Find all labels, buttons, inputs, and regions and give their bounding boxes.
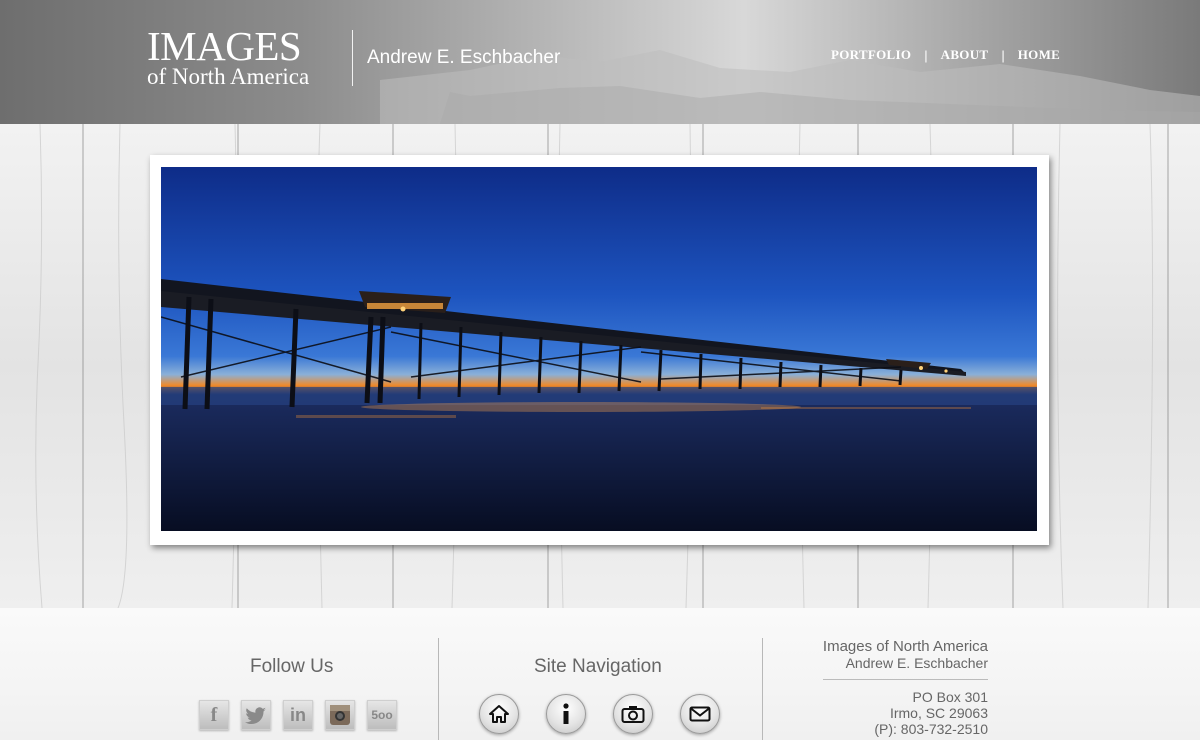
logo-subtitle[interactable]: of North America — [147, 64, 309, 90]
500px-icon[interactable]: 5oo — [367, 700, 397, 730]
contact-company: Images of North America — [822, 638, 988, 655]
site-header: IMAGES of North America Andrew E. Eschba… — [0, 0, 1200, 124]
logo-title[interactable]: IMAGES — [147, 26, 302, 67]
logo-divider — [352, 30, 353, 86]
footer-divider — [762, 638, 763, 740]
contact-nav-button[interactable] — [680, 694, 720, 734]
camera-icon — [621, 706, 645, 723]
footer-divider — [438, 638, 439, 740]
site-footer: Follow Us f in 5oo Site Navigation Image… — [0, 608, 1200, 740]
nav-home-link[interactable]: HOME — [1018, 47, 1060, 63]
info-icon — [563, 703, 569, 724]
nav-separator: | — [924, 47, 928, 63]
contact-block: Images of North America Andrew E. Eschba… — [823, 638, 988, 672]
hero-photo-frame — [150, 155, 1049, 545]
photographer-name: Andrew E. Eschbacher — [367, 47, 561, 68]
instagram-icon[interactable] — [325, 700, 355, 730]
contact-po-box: PO Box 301 — [912, 689, 989, 705]
nav-separator: | — [1001, 47, 1005, 63]
facebook-icon[interactable]: f — [199, 700, 229, 730]
nav-about-link[interactable]: ABOUT — [941, 47, 989, 63]
nav-portfolio-link[interactable]: PORTFOLIO — [831, 47, 911, 63]
twitter-icon[interactable] — [241, 700, 271, 730]
linkedin-icon[interactable]: in — [283, 700, 313, 730]
home-icon — [489, 705, 509, 723]
contact-address: PO Box 301 Irmo, SC 29063 (P): 803-732-2… — [874, 689, 988, 737]
mail-icon — [689, 706, 711, 722]
top-navigation: PORTFOLIO | ABOUT | HOME — [831, 47, 1060, 63]
contact-phone: (P): 803-732-2510 — [874, 721, 988, 737]
site-navigation-heading: Site Navigation — [534, 656, 662, 677]
contact-name: Andrew E. Eschbacher — [845, 655, 988, 671]
contact-rule — [823, 679, 988, 680]
follow-us-heading: Follow Us — [250, 656, 334, 677]
about-nav-button[interactable] — [546, 694, 586, 734]
contact-city: Irmo, SC 29063 — [889, 705, 988, 721]
portfolio-nav-button[interactable] — [613, 694, 653, 734]
hero-photo[interactable] — [161, 167, 1037, 531]
home-nav-button[interactable] — [479, 694, 519, 734]
